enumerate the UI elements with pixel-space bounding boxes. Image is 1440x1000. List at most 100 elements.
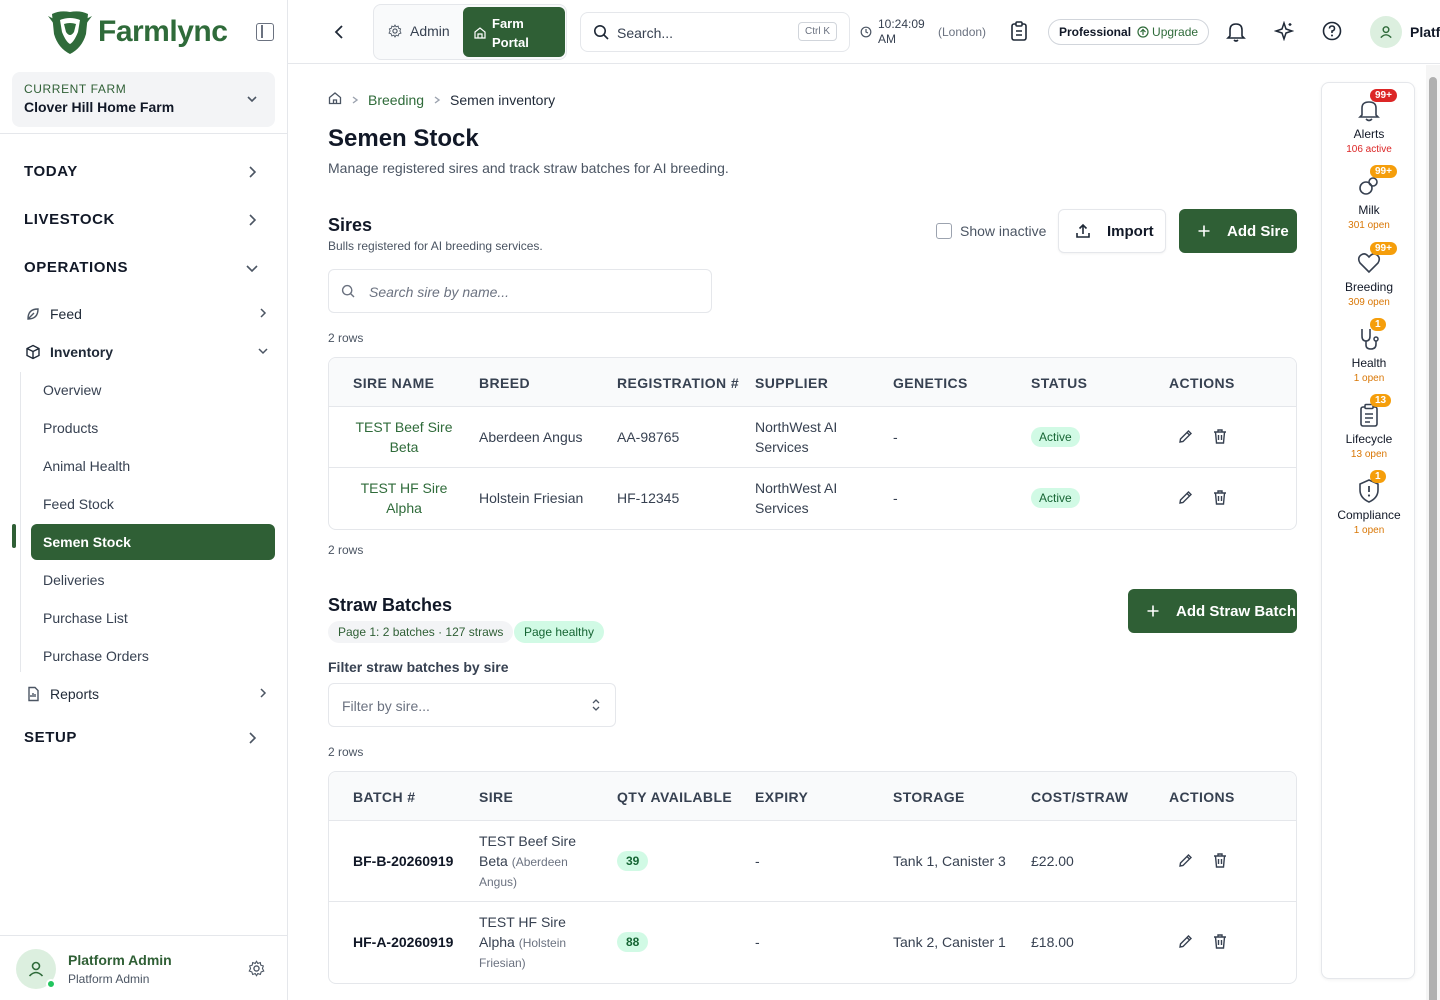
table-row[interactable]: TEST HF Sire Alpha Holstein Friesian HF-1… (329, 468, 1296, 529)
col-status[interactable]: STATUS (1031, 375, 1087, 391)
rail-badge: 1 (1370, 470, 1386, 483)
rail-badge: 1 (1370, 318, 1386, 331)
col-sire-name[interactable]: SIRE NAME (353, 375, 434, 391)
submenu-guide-line (20, 372, 21, 672)
scrollbar[interactable] (1426, 65, 1440, 1000)
sire-name-link[interactable]: TEST HF Sire Alpha (349, 478, 459, 518)
admin-portal-tab[interactable]: Admin (388, 23, 450, 39)
qty-badge: 88 (617, 932, 649, 952)
logo[interactable]: Farmlync (0, 0, 287, 64)
nav-feed[interactable]: Feed (24, 305, 82, 323)
sparkles-icon[interactable] (1273, 20, 1295, 46)
back-arrow-icon[interactable] (330, 22, 348, 47)
col-storage[interactable]: STORAGE (893, 789, 965, 805)
rail-count: 301 open (1348, 220, 1390, 231)
show-inactive-toggle[interactable]: Show inactive (936, 223, 1046, 239)
cow-shield-logo-icon (46, 8, 94, 56)
farm-selector[interactable]: CURRENT FARM Clover Hill Home Farm (12, 72, 275, 127)
nav-sub-overview[interactable]: Overview (43, 382, 101, 398)
rail-lifecycle[interactable]: 13 Lifecycle 13 open (1322, 394, 1416, 460)
col-supplier[interactable]: SUPPLIER (755, 375, 828, 391)
rail-breeding[interactable]: 99+ Breeding 309 open (1322, 242, 1416, 308)
farm-portal-label-line2: Portal (492, 35, 529, 50)
plan-badge[interactable]: Professional Upgrade (1048, 19, 1210, 45)
portal-switcher: Admin Farm Portal (373, 4, 567, 60)
col-registration[interactable]: REGISTRATION # (617, 375, 739, 391)
edit-icon[interactable] (1177, 428, 1194, 445)
nav-sub-feed-stock[interactable]: Feed Stock (43, 496, 114, 512)
add-straw-batch-button[interactable]: Add Straw Batch (1128, 589, 1297, 633)
farm-portal-tab[interactable]: Farm Portal (463, 7, 565, 57)
gear-icon[interactable] (248, 960, 265, 982)
chevron-right-icon (244, 730, 260, 751)
add-sire-button[interactable]: Add Sire (1179, 209, 1297, 253)
trash-icon[interactable] (1212, 933, 1228, 950)
sire-search-input[interactable]: Search sire by name... (328, 269, 712, 313)
nav-sub-purchase-list[interactable]: Purchase List (43, 610, 128, 626)
col-batch[interactable]: BATCH # (353, 789, 415, 805)
global-search[interactable]: Search... Ctrl K (580, 12, 850, 52)
nav-operations[interactable]: OPERATIONS (24, 259, 128, 276)
nav-sub-semen-stock[interactable]: Semen Stock (31, 524, 275, 560)
filter-by-sire-select[interactable]: Filter by sire... (328, 683, 616, 727)
collapse-sidebar-icon[interactable] (256, 23, 274, 41)
rail-milk[interactable]: 99+ Milk 301 open (1322, 165, 1416, 231)
edit-icon[interactable] (1177, 852, 1194, 869)
clock: 10:24:09 AM (London) (860, 17, 986, 47)
scrollbar-thumb[interactable] (1429, 77, 1437, 1000)
table-row[interactable]: HF-A-20260919 TEST HF Sire Alpha (Holste… (329, 902, 1296, 983)
batch-sire: TEST Beef Sire Beta (Aberdeen Angus) (479, 833, 577, 889)
col-genetics[interactable]: GENETICS (893, 375, 968, 391)
nav-setup[interactable]: SETUP (24, 729, 77, 746)
bell-icon[interactable] (1226, 21, 1246, 48)
row-actions (1177, 489, 1246, 506)
table-row[interactable]: TEST Beef Sire Beta Aberdeen Angus AA-987… (329, 407, 1296, 468)
home-icon[interactable] (328, 91, 342, 108)
trash-icon[interactable] (1212, 852, 1228, 869)
farm-portal-label-line1: Farm (492, 16, 524, 31)
page-health-pill: Page healthy (514, 621, 605, 643)
rail-label: Lifecycle (1345, 432, 1393, 446)
admin-tab-label: Admin (410, 23, 450, 39)
sire-name-link[interactable]: TEST Beef Sire Beta (349, 417, 459, 457)
nav-sub-animal-health[interactable]: Animal Health (43, 458, 130, 474)
top-user-name[interactable]: Platf (1410, 24, 1440, 40)
nav-sub-purchase-orders[interactable]: Purchase Orders (43, 648, 149, 664)
heart-icon: 99+ (1356, 242, 1397, 276)
timezone: (London) (938, 25, 987, 39)
trash-icon[interactable] (1212, 428, 1228, 445)
col-qty-available[interactable]: QTY AVAILABLE (617, 789, 732, 805)
farm-name: Clover Hill Home Farm (24, 99, 175, 115)
clipboard-icon[interactable] (1010, 21, 1028, 46)
nav-livestock[interactable]: LIVESTOCK (24, 211, 115, 228)
nav-reports[interactable]: Reports (24, 685, 99, 703)
rail-badge: 99+ (1370, 242, 1397, 255)
col-sire[interactable]: SIRE (479, 789, 513, 805)
avatar[interactable] (1370, 16, 1402, 48)
col-expiry[interactable]: EXPIRY (755, 789, 808, 805)
rail-alerts[interactable]: 99+ Alerts 106 active (1322, 89, 1416, 155)
nav-today[interactable]: TODAY (24, 163, 78, 180)
user-profile[interactable]: Platform Admin Platform Admin (0, 935, 287, 1000)
sire-genetics: - (893, 490, 898, 506)
nav-sub-products[interactable]: Products (43, 420, 98, 436)
upgrade-link[interactable]: Upgrade (1137, 25, 1198, 39)
rail-health[interactable]: 1 Health 1 open (1322, 318, 1416, 384)
edit-icon[interactable] (1177, 489, 1194, 506)
breadcrumb-breeding[interactable]: Breeding (368, 92, 424, 108)
table-row[interactable]: BF-B-20260919 TEST Beef Sire Beta (Aberd… (329, 821, 1296, 902)
rail-compliance[interactable]: 1 Compliance 1 open (1322, 470, 1416, 536)
help-icon[interactable] (1322, 21, 1342, 46)
nav-feed-label: Feed (50, 306, 82, 322)
col-breed[interactable]: BREED (479, 375, 530, 391)
edit-icon[interactable] (1177, 933, 1194, 950)
show-inactive-checkbox[interactable] (936, 223, 952, 239)
trash-icon[interactable] (1212, 489, 1228, 506)
col-cost-per-straw[interactable]: COST/STRAW (1031, 789, 1128, 805)
plan-name: Professional (1059, 25, 1132, 39)
nav-sub-deliveries[interactable]: Deliveries (43, 572, 104, 588)
keyboard-shortcut: Ctrl K (798, 22, 837, 41)
import-button[interactable]: Import (1058, 209, 1166, 253)
nav-inventory[interactable]: Inventory (24, 343, 113, 361)
page-title: Semen Stock (328, 125, 479, 152)
